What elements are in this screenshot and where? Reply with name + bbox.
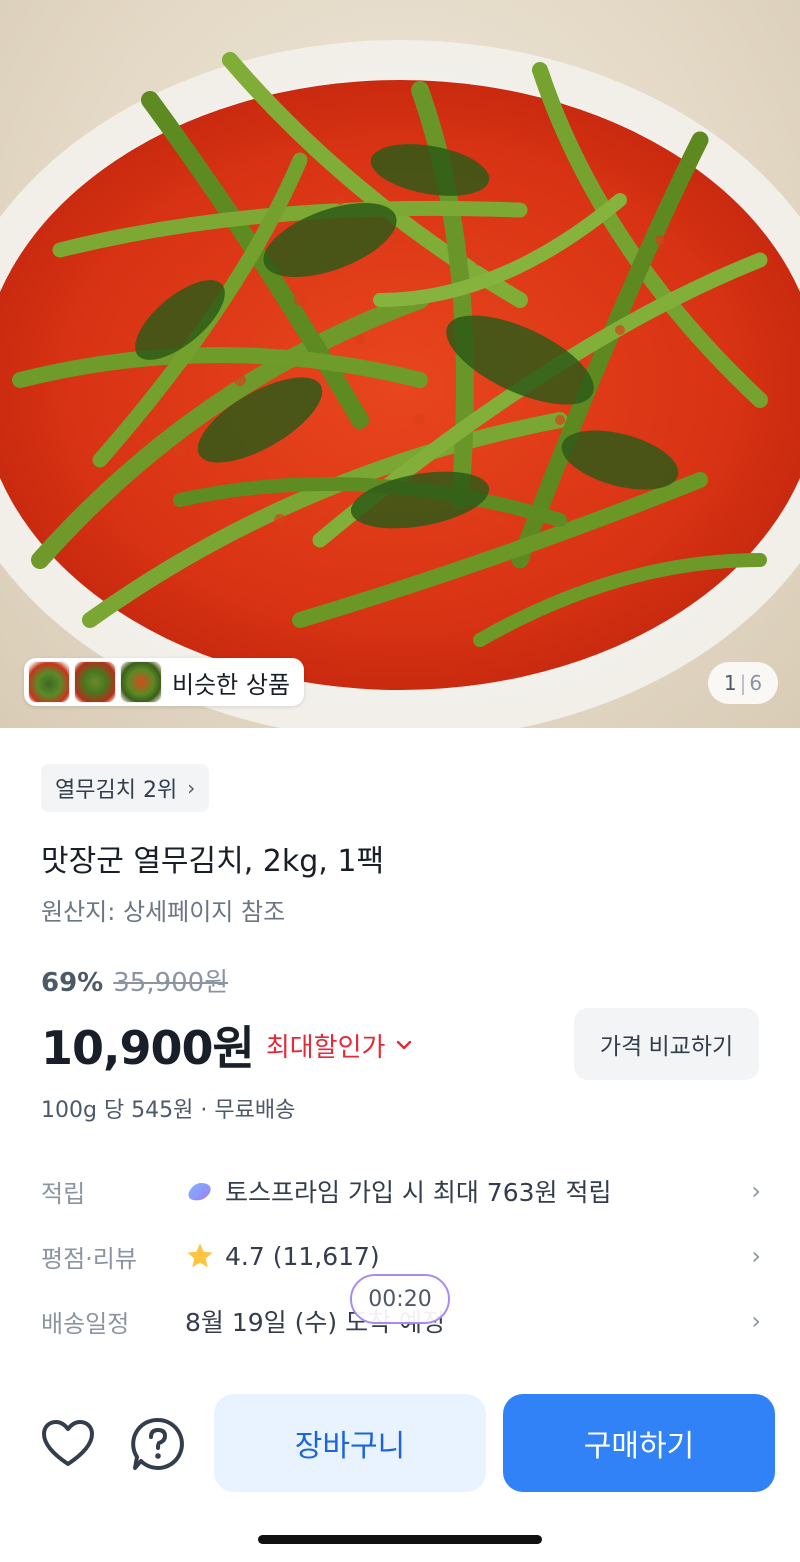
price-compare-button[interactable]: 가격 비교하기 (574, 1008, 759, 1080)
max-discount-label: 최대할인가 (265, 1032, 386, 1063)
points-value: 토스프라임 가입 시 최대 763원 적립 (225, 1178, 612, 1207)
rating-label: 평점·리뷰 (41, 1244, 137, 1273)
page-separator: | (739, 671, 747, 695)
similar-products-label: 비슷한 상품 (172, 670, 291, 699)
max-discount-toggle[interactable]: 최대할인가 (266, 1027, 414, 1064)
chevron-right-icon: › (751, 1307, 761, 1335)
discount-rate: 69% (41, 968, 104, 998)
toss-prime-icon (188, 1183, 211, 1201)
buy-now-button[interactable]: 구매하기 (503, 1394, 775, 1492)
origin-info: 원산지: 상세페이지 참조 (41, 898, 286, 926)
heart-icon (42, 1420, 94, 1466)
wishlist-button[interactable] (36, 1412, 100, 1476)
chevron-right-icon: › (187, 776, 196, 800)
category-rank-chip[interactable]: 열무김치 2위 › (41, 764, 210, 812)
add-to-cart-button[interactable]: 장바구니 (214, 1394, 486, 1492)
price-row: 10,900원 최대할인가 (41, 1012, 413, 1078)
similar-thumbnail (28, 661, 70, 703)
delivery-label: 배송일정 (41, 1309, 130, 1338)
points-label: 적립 (41, 1179, 86, 1208)
original-price: 35,900원 (113, 968, 229, 998)
similar-products-chip[interactable]: 비슷한 상품 (24, 658, 305, 706)
product-title: 맛장군 열무김치, 2kg, 1팩 (41, 844, 385, 879)
rank-label: 열무김치 2위 (55, 778, 178, 803)
chevron-right-icon: › (751, 1177, 761, 1205)
similar-thumbnail (120, 661, 162, 703)
star-icon (187, 1243, 213, 1268)
product-image[interactable]: 비슷한 상품 1 | 6 (0, 0, 800, 728)
inquiry-button[interactable] (126, 1412, 190, 1476)
chevron-right-icon: › (751, 1242, 761, 1270)
question-icon (131, 1417, 184, 1470)
points-row[interactable]: 적립 토스프라임 가입 시 최대 763원 적립 › (41, 1166, 761, 1216)
similar-thumbnail (74, 661, 116, 703)
sale-price: 10,900원 (41, 1021, 255, 1075)
chevron-down-icon (397, 1040, 412, 1050)
rating-value: 4.7 (11,617) (225, 1241, 380, 1271)
page-current: 1 (723, 671, 737, 695)
kimchi-greens (12, 52, 768, 647)
page-total: 6 (749, 671, 763, 695)
timer-badge: 00:20 (350, 1274, 450, 1324)
unit-price-shipping: 100g 당 545원 · 무료배송 (41, 1098, 296, 1123)
home-indicator[interactable] (258, 1535, 542, 1544)
discount-row: 69% 35,900원 (41, 962, 228, 999)
image-page-indicator: 1 | 6 (708, 662, 778, 704)
